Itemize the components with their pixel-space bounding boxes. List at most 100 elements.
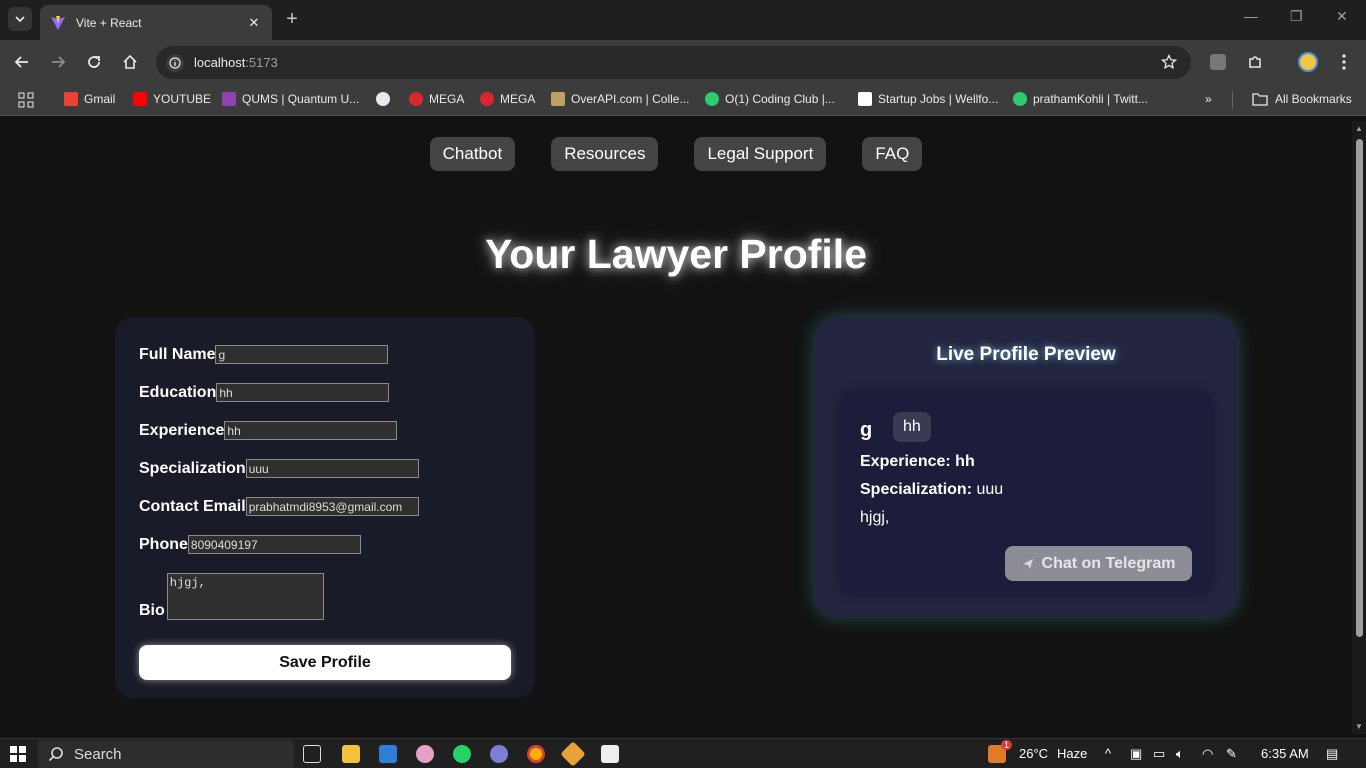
experience-row: Experience [139,421,398,440]
all-bookmarks[interactable]: All Bookmarks [1252,92,1352,106]
app-icon[interactable] [490,745,508,763]
qums-icon [222,92,236,106]
task-view-icon[interactable] [303,745,321,763]
volume-icon[interactable]: 🔈︎ [1176,746,1184,762]
scroll-down-icon[interactable]: ▼ [1355,722,1363,731]
full-name-input[interactable] [215,345,389,364]
bookmark-twitter[interactable]: prathamKohli | Twitt... [1013,92,1148,106]
taskbar-search[interactable]: Search [38,740,294,768]
telegram-send-icon [1022,558,1033,569]
bookmark-star-icon[interactable] [1161,54,1177,70]
preview-experience: Experience: hh [860,453,975,470]
education-input[interactable] [216,383,390,402]
bookmark-youtube[interactable]: YOUTUBE [133,92,211,106]
phone-row: Phone [139,535,361,554]
battery-icon[interactable]: ▭ [1153,746,1165,762]
pen-icon[interactable]: ✎ [1226,746,1237,762]
nav-chatbot[interactable]: Chatbot [429,137,516,171]
twitter-profile-icon [1013,92,1027,106]
bookmark-globe[interactable] [376,92,396,106]
home-icon[interactable] [120,52,140,72]
puzzle-icon[interactable] [1245,52,1265,72]
back-icon[interactable] [12,52,32,72]
bookmark-wellfound[interactable]: Startup Jobs | Wellfo... [858,92,998,106]
app-icon[interactable] [601,745,619,763]
scroll-up-icon[interactable]: ▲ [1355,124,1363,133]
nav-faq[interactable]: FAQ [862,137,923,171]
preview-bio: hjgj, [860,509,890,526]
app-icon[interactable] [416,745,434,763]
chevron-up-icon[interactable]: ^ [1105,746,1111,761]
file-explorer-icon[interactable] [342,745,360,763]
url-text: localhost:5173 [194,55,278,70]
reload-icon[interactable] [84,52,104,72]
education-row: Education [139,383,390,402]
extension-icon[interactable] [1208,52,1228,72]
gmail-icon [64,92,78,106]
tab-title: Vite + React [76,15,142,30]
bio-textarea[interactable]: hjgj, [166,573,324,620]
full-name-row: Full Name [139,345,389,364]
bookmark-overapi[interactable]: OverAPI.com | Colle... [551,92,689,106]
save-profile-button[interactable]: Save Profile [139,645,511,680]
window-close-icon[interactable]: ✕ [1336,8,1348,25]
weather-temp[interactable]: 26°C [1019,746,1048,761]
restore-icon[interactable]: ❐ [1290,8,1303,25]
search-icon [48,747,63,762]
apps-grid-icon[interactable] [18,92,34,108]
bookmark-gmail[interactable]: Gmail [64,92,115,106]
chrome-icon[interactable] [527,745,545,763]
windows-taskbar: Search 1 26°C Haze ^ ▣ ▭ 🔈︎ ◠ ✎ 6:35 AM … [0,738,1366,768]
app-icon[interactable] [560,741,586,767]
weather-desc[interactable]: Haze [1057,746,1087,761]
experience-input[interactable] [224,421,398,440]
notification-badge: 1 [1001,740,1013,750]
windows-start-icon[interactable] [10,746,26,762]
vscode-icon[interactable] [379,745,397,763]
preview-education-badge: hh [893,412,931,442]
bookmark-mega-1[interactable]: MEGA [409,92,464,106]
active-tab[interactable]: Vite + React ✕ [40,5,272,40]
youtube-icon [133,92,147,106]
address-bar[interactable]: localhost:5173 [156,46,1191,79]
contact-email-label: Contact Email [139,497,246,515]
specialization-row: Specialization [139,459,419,478]
nav-resources[interactable]: Resources [551,137,659,171]
whatsapp-icon[interactable] [453,745,471,763]
full-name-label: Full Name [139,345,216,363]
nav-legal-support[interactable]: Legal Support [694,137,827,171]
new-tab-button[interactable]: + [282,8,302,31]
coding-club-icon [705,92,719,106]
tab-strip: Vite + React ✕ + — ❐ ✕ [0,0,1366,40]
tab-close-icon[interactable]: ✕ [246,15,262,31]
clock[interactable]: 6:35 AM [1261,746,1309,761]
phone-input[interactable] [187,535,361,554]
phone-label: Phone [139,535,188,553]
divider [1232,91,1233,109]
page-scrollbar[interactable]: ▲ ▼ [1352,121,1366,734]
notifications-icon[interactable]: ▤ [1326,746,1338,762]
experience-label: Experience [139,421,225,439]
wifi-icon[interactable]: ◠ [1202,746,1213,762]
avatar[interactable] [1298,52,1318,72]
forward-icon[interactable] [48,52,68,72]
bookmark-mega-2[interactable]: MEGA [480,92,535,106]
bookmarks-bar: Gmail YOUTUBE QUMS | Quantum U... MEGA M… [0,84,1366,116]
menu-kebab-icon[interactable] [1334,52,1354,72]
contact-email-row: Contact Email [139,497,419,516]
scrollbar-thumb[interactable] [1356,139,1363,637]
contact-email-input[interactable] [245,497,419,516]
bookmark-qums[interactable]: QUMS | Quantum U... [222,92,359,106]
site-info-icon[interactable] [166,53,184,72]
minimize-icon[interactable]: — [1244,8,1258,24]
top-nav: Chatbot Resources Legal Support FAQ [0,137,1352,171]
page-title: Your Lawyer Profile [484,231,867,277]
vite-icon [51,15,65,30]
tab-search-button[interactable] [8,7,32,31]
meet-icon[interactable]: ▣ [1130,746,1142,762]
preview-title: Live Profile Preview [936,344,1116,365]
specialization-input[interactable] [245,459,419,478]
more-bookmarks-icon[interactable]: » [1205,92,1212,106]
chat-on-telegram-button[interactable]: Chat on Telegram [1005,546,1192,581]
bookmark-coding-club[interactable]: O(1) Coding Club |... [705,92,835,106]
